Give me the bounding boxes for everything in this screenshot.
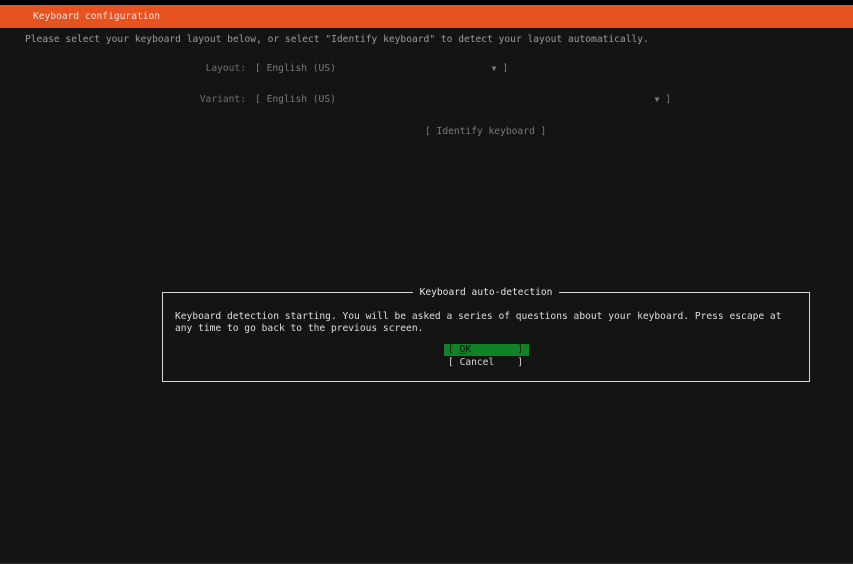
open-bracket: [ xyxy=(448,344,454,356)
chevron-down-icon: ▼ xyxy=(655,94,660,106)
keyboard-autodetection-dialog: Keyboard auto-detection Keyboard detecti… xyxy=(162,293,810,382)
layout-dropdown-value: English (US) xyxy=(267,63,336,75)
close-bracket: ] xyxy=(517,357,523,369)
layout-dropdown[interactable]: [ English (US) ▼ ] xyxy=(255,63,508,75)
open-bracket: [ xyxy=(448,357,454,369)
dialog-title: Keyboard auto-detection xyxy=(413,287,560,299)
ok-button[interactable]: [ OK ] xyxy=(444,344,529,356)
variant-dropdown-value: English (US) xyxy=(267,94,336,106)
dialog-body-line: Keyboard detection starting. You will be… xyxy=(175,311,801,323)
identify-keyboard-button[interactable]: [ Identify keyboard ] xyxy=(425,126,546,138)
instruction-text: Please select your keyboard layout below… xyxy=(25,34,649,46)
layout-label: Layout: xyxy=(0,63,246,75)
variant-label: Variant: xyxy=(0,94,246,106)
dialog-body-line: any time to go back to the previous scre… xyxy=(175,323,801,335)
open-bracket: [ xyxy=(255,63,261,75)
page-title: Keyboard configuration xyxy=(33,11,160,23)
close-bracket: ] xyxy=(502,63,508,75)
title-line-left xyxy=(162,292,413,293)
installer-screen: Keyboard configuration Please select you… xyxy=(0,0,853,564)
dialog-body: Keyboard detection starting. You will be… xyxy=(175,311,801,335)
cancel-button[interactable]: [ Cancel ] xyxy=(444,357,529,369)
variant-row: Variant: [ English (US) ▼ ] xyxy=(0,94,853,106)
close-bracket: ] xyxy=(517,344,523,356)
layout-row: Layout: [ English (US) ▼ ] xyxy=(0,63,853,75)
open-bracket: [ xyxy=(255,94,261,106)
cancel-button-label: Cancel xyxy=(460,357,495,369)
close-bracket: ] xyxy=(665,94,671,106)
title-line-right xyxy=(559,292,810,293)
header-bar: Keyboard configuration xyxy=(0,5,853,28)
chevron-down-icon: ▼ xyxy=(492,63,497,75)
dialog-title-row: Keyboard auto-detection xyxy=(162,286,810,299)
variant-dropdown[interactable]: [ English (US) ▼ ] xyxy=(255,94,671,106)
ok-button-label: OK xyxy=(460,344,472,356)
